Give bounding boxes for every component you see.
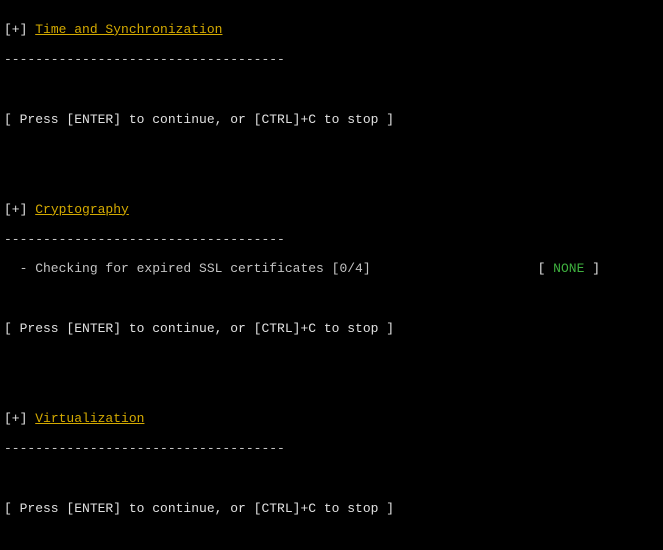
section-prefix: [+]	[4, 203, 35, 218]
blank-line	[4, 173, 659, 188]
blank-line	[4, 532, 659, 547]
section-title: Time and Synchronization	[35, 23, 222, 38]
continue-prompt[interactable]: [ Press [ENTER] to continue, or [CTRL]+C…	[4, 502, 659, 517]
section-title: Cryptography	[35, 203, 129, 218]
check-ssl-cert: - Checking for expired SSL certificates …	[4, 262, 604, 277]
divider: ------------------------------------	[4, 442, 659, 457]
check-text: - Checking for expired SSL certificates …	[4, 262, 371, 277]
blank-line	[4, 352, 659, 367]
blank-line	[4, 382, 659, 397]
status-none: NONE	[553, 261, 584, 276]
terminal-output: [+] Time and Synchronization -----------…	[0, 0, 663, 550]
bracket-right: ]	[584, 261, 600, 276]
blank-line	[4, 292, 659, 307]
divider: ------------------------------------	[4, 53, 659, 68]
blank-line	[4, 83, 659, 98]
check-status-wrap: [ NONE ]	[538, 262, 604, 277]
section-header-time: [+] Time and Synchronization	[4, 23, 659, 38]
section-header-virt: [+] Virtualization	[4, 412, 659, 427]
continue-prompt[interactable]: [ Press [ENTER] to continue, or [CTRL]+C…	[4, 113, 659, 128]
continue-prompt[interactable]: [ Press [ENTER] to continue, or [CTRL]+C…	[4, 322, 659, 337]
blank-line	[4, 472, 659, 487]
bracket-left: [	[538, 261, 554, 276]
section-prefix: [+]	[4, 23, 35, 38]
blank-line	[4, 143, 659, 158]
divider: ------------------------------------	[4, 233, 659, 248]
section-title: Virtualization	[35, 412, 144, 427]
section-header-crypto: [+] Cryptography	[4, 203, 659, 218]
section-prefix: [+]	[4, 412, 35, 427]
